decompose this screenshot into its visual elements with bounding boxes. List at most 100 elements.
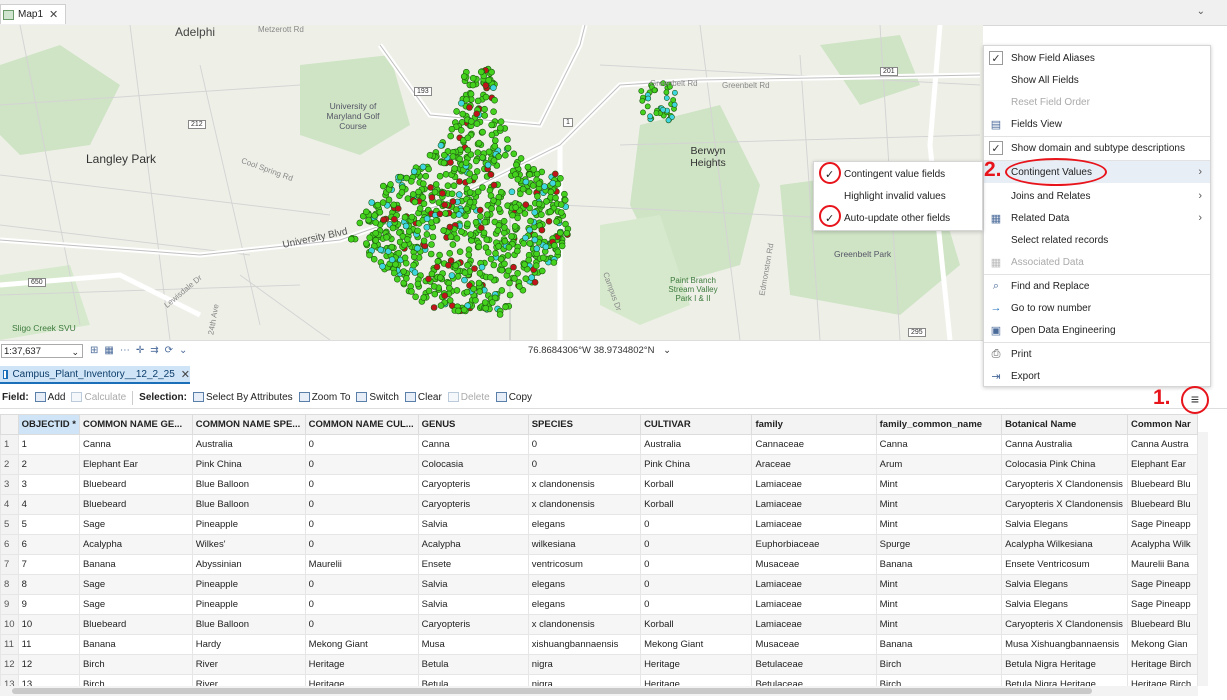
- column-header[interactable]: CULTIVAR: [640, 414, 753, 435]
- table-cell[interactable]: River: [191, 674, 306, 686]
- snapping-icon[interactable]: ⋯: [120, 345, 130, 356]
- menu-item-reset-field-order[interactable]: Reset Field Order: [984, 91, 1210, 113]
- table-cell[interactable]: Korball: [640, 494, 753, 515]
- table-cell[interactable]: ventricosum: [527, 554, 642, 575]
- table-cell[interactable]: Australia: [191, 434, 306, 455]
- table-cell[interactable]: Spurge: [875, 534, 1003, 555]
- table-cell[interactable]: Salvia: [417, 514, 529, 535]
- table-cell[interactable]: Bluebeard: [78, 474, 193, 495]
- row-number[interactable]: 13: [0, 674, 19, 686]
- table-cell[interactable]: 11: [17, 634, 80, 655]
- table-row[interactable]: 2 2 Elephant Ear Pink China 0 Colocasia 0 Pink …: [0, 454, 1198, 475]
- table-row[interactable]: 11 11 Banana Hardy Mekong Giant Musa xishuangb…: [0, 634, 1198, 655]
- row-number[interactable]: 3: [0, 474, 19, 495]
- table-cell[interactable]: 0: [640, 594, 753, 615]
- tab-attribute-table[interactable]: Campus_Plant_Inventory__12_2_25 ✕: [0, 366, 190, 384]
- column-header[interactable]: GENUS: [417, 414, 529, 435]
- table-cell[interactable]: Lamiaceae: [751, 574, 877, 595]
- chevron-down-icon[interactable]: ⌄: [1197, 6, 1205, 17]
- chevron-down-icon[interactable]: ⌄: [179, 345, 187, 356]
- table-cell[interactable]: elegans: [527, 514, 642, 535]
- table-cell[interactable]: Banana: [78, 554, 193, 575]
- table-cell[interactable]: Hardy: [191, 634, 306, 655]
- menu-item-print[interactable]: ⎙ Print: [984, 343, 1210, 365]
- menu-item-open-data-engineering[interactable]: ▣ Open Data Engineering: [984, 319, 1210, 341]
- table-cell[interactable]: Euphorbiaceae: [751, 534, 877, 555]
- table-cell[interactable]: Mint: [875, 594, 1003, 615]
- table-cell[interactable]: Salvia: [417, 594, 529, 615]
- menu-item-show-domain[interactable]: ✓ Show domain and subtype descriptions: [984, 137, 1210, 159]
- column-header[interactable]: OBJECTID *: [17, 414, 80, 435]
- table-cell[interactable]: Sage Pineapp: [1127, 514, 1198, 535]
- table-cell[interactable]: Salvia Elegans: [1001, 514, 1129, 535]
- table-cell[interactable]: Mekong Gian: [1127, 634, 1198, 655]
- table-cell[interactable]: 9: [17, 594, 80, 615]
- table-cell[interactable]: Elephant Ear: [1127, 454, 1198, 475]
- table-cell[interactable]: Wilkes': [191, 534, 306, 555]
- table-cell[interactable]: wilkesiana: [527, 534, 642, 555]
- close-icon[interactable]: ✕: [181, 368, 190, 381]
- menu-item-associated-data[interactable]: ▦ Associated Data: [984, 251, 1210, 273]
- table-cell[interactable]: Heritage Birch: [1127, 674, 1198, 686]
- menu-item-select-related[interactable]: Select related records: [984, 229, 1210, 251]
- table-cell[interactable]: nigra: [527, 654, 642, 675]
- table-cell[interactable]: Betulaceae: [751, 654, 877, 675]
- switch-button[interactable]: Switch: [356, 392, 399, 403]
- table-cell[interactable]: Banana: [78, 634, 193, 655]
- table-row[interactable]: 9 9 Sage Pineapple 0 Salvia elegans 0 Lamiaceae M…: [0, 594, 1198, 615]
- grid-icon[interactable]: ▦: [104, 345, 113, 356]
- table-cell[interactable]: Betulaceae: [751, 674, 877, 686]
- table-cell[interactable]: nigra: [527, 674, 642, 686]
- table-cell[interactable]: Mekong Giant: [304, 634, 419, 655]
- table-cell[interactable]: Korball: [640, 614, 753, 635]
- coordinates-readout[interactable]: 76.8684306°W 38.9734802°N ⌄: [528, 345, 671, 356]
- menu-item-show-field-aliases[interactable]: ✓ Show Field Aliases: [984, 47, 1210, 69]
- table-cell[interactable]: Acalypha: [78, 534, 193, 555]
- table-cell[interactable]: Birch: [78, 654, 193, 675]
- table-cell[interactable]: 0: [304, 614, 419, 635]
- row-number[interactable]: 8: [0, 574, 19, 595]
- table-cell[interactable]: Blue Balloon: [191, 474, 306, 495]
- table-cell[interactable]: 0: [304, 574, 419, 595]
- column-header[interactable]: Botanical Name: [1001, 414, 1129, 435]
- table-cell[interactable]: Canna: [417, 434, 529, 455]
- table-cell[interactable]: Pineapple: [191, 574, 306, 595]
- add-field-button[interactable]: Add: [34, 392, 65, 403]
- table-cell[interactable]: Bluebeard Blu: [1127, 614, 1198, 635]
- zoom-to-button[interactable]: Zoom To: [298, 392, 350, 403]
- table-cell[interactable]: Arum: [875, 454, 1003, 475]
- row-number[interactable]: 9: [0, 594, 19, 615]
- table-cell[interactable]: Acalypha Wilk: [1127, 534, 1198, 555]
- table-cell[interactable]: 3: [17, 474, 80, 495]
- table-row[interactable]: 10 10 Bluebeard Blue Balloon 0 Caryopteris x c…: [0, 614, 1198, 635]
- table-cell[interactable]: Musa Xishuangbannaensis: [1001, 634, 1129, 655]
- table-cell[interactable]: Lamiaceae: [751, 614, 877, 635]
- table-cell[interactable]: Pineapple: [191, 514, 306, 535]
- table-cell[interactable]: Araceae: [751, 454, 877, 475]
- table-cell[interactable]: Heritage: [640, 674, 753, 686]
- table-cell[interactable]: Australia: [640, 434, 753, 455]
- table-row[interactable]: 12 12 Birch River Heritage Betula nigra Heritag…: [0, 654, 1198, 675]
- table-cell[interactable]: Caryopteris: [417, 614, 529, 635]
- copy-button[interactable]: Copy: [495, 392, 532, 403]
- table-row[interactable]: 8 8 Sage Pineapple 0 Salvia elegans 0 Lamiaceae M…: [0, 574, 1198, 595]
- table-cell[interactable]: 0: [304, 434, 419, 455]
- table-cell[interactable]: Maurelii: [304, 554, 419, 575]
- close-icon[interactable]: ✕: [49, 8, 58, 21]
- column-header[interactable]: COMMON NAME SPE...: [191, 414, 306, 435]
- pause-drawing-icon[interactable]: ⇉: [150, 345, 158, 356]
- column-header[interactable]: SPECIES: [527, 414, 642, 435]
- row-number[interactable]: 2: [0, 454, 19, 475]
- table-row[interactable]: 6 6 Acalypha Wilkes' 0 Acalypha wilkesiana 0 Eup…: [0, 534, 1198, 555]
- table-cell[interactable]: x clandonensis: [527, 494, 642, 515]
- table-cell[interactable]: Bluebeard: [78, 614, 193, 635]
- table-cell[interactable]: Lamiaceae: [751, 594, 877, 615]
- table-cell[interactable]: Acalypha: [417, 534, 529, 555]
- table-cell[interactable]: 0: [527, 454, 642, 475]
- table-cell[interactable]: Birch: [875, 654, 1003, 675]
- row-number[interactable]: 7: [0, 554, 19, 575]
- row-number[interactable]: 12: [0, 654, 19, 675]
- table-cell[interactable]: Mint: [875, 494, 1003, 515]
- table-cell[interactable]: elegans: [527, 574, 642, 595]
- menu-item-find-replace[interactable]: ⌕ Find and Replace: [984, 275, 1210, 297]
